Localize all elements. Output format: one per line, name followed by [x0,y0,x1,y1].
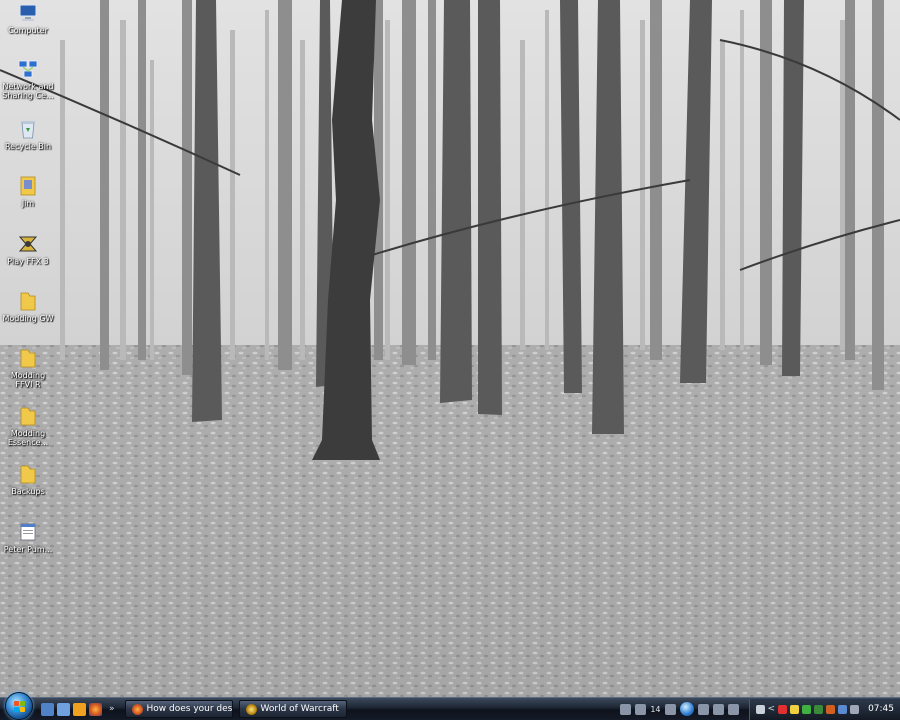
forest-wallpaper [0,0,900,697]
task-label: How does your desk... [146,704,233,714]
media-time: 14 [650,704,661,714]
desktop-icon-label: Backups [11,487,45,496]
next-track-icon[interactable] [697,703,709,715]
quick-launch-overflow-chevron-icon[interactable]: » [109,704,115,714]
folder-icon [17,347,39,369]
clock[interactable]: 07:45 [868,704,894,714]
media-player-toolbar: 14 [616,700,742,718]
taskbar-button-firefox[interactable]: How does your desk... [124,700,233,718]
folder-icon [17,290,39,312]
volume-icon[interactable] [712,703,724,715]
tray-app-icon[interactable] [826,704,836,714]
network-icon [17,58,39,80]
tray-app-icon[interactable] [778,704,788,714]
folder-icon [17,405,39,427]
wow-icon [245,703,257,715]
desktop-icon-backups[interactable]: Backups [2,463,54,496]
desktop-icon-label: Modding FFVI R [10,371,46,389]
switch-windows-icon[interactable] [57,702,70,716]
desktop-icon-play-ffx3[interactable]: Play FFX 3 [2,233,54,266]
desktop-icon-label: Peter Pum... [3,545,53,554]
task-label: World of Warcraft [260,704,339,714]
user-folder-icon [17,175,39,197]
ffx-icon [17,233,39,255]
media-window-icon[interactable] [620,703,632,715]
desktop-icon-modding-essence[interactable]: Modding Essence... [2,405,54,447]
desktop-icon-label: Modding Essence... [7,429,49,447]
windows-flag-icon [14,701,25,712]
computer-icon [17,2,39,24]
quick-launch-toolbar: » [41,702,115,716]
desktop-icon-label: Jim [21,199,35,208]
taskbar: » How does your desk... World of Warcraf… [0,692,900,720]
previous-track-icon[interactable] [664,703,676,715]
windows-start-orb-icon[interactable] [5,692,33,720]
tray-app-icon[interactable] [802,704,812,714]
speaker-icon[interactable] [850,704,860,714]
show-desktop-icon[interactable] [41,702,54,716]
taskbar-button-world-of-warcraft[interactable]: World of Warcraft [238,700,347,718]
recycle-bin-icon [17,118,39,140]
desktop-icon-recycle-bin[interactable]: Recycle Bin [2,118,54,151]
tray-expand-chevron-icon[interactable]: < [768,704,776,714]
desktop-icon-peter-pum[interactable]: Peter Pum... [2,521,54,554]
desktop-icon-label: Play FFX 3 [7,257,49,266]
desktop-icon-label: Computer [8,26,48,35]
desktop-icon-jim[interactable]: Jim [2,175,54,208]
firefox-icon [131,703,143,715]
desktop-icon-modding-ffvi[interactable]: Modding FFVI R [2,347,54,389]
media-options-icon[interactable] [727,703,739,715]
tray-app-icon[interactable] [755,704,765,714]
firefox-icon[interactable] [89,702,102,716]
stop-icon[interactable] [635,703,647,715]
tray-app-icon[interactable] [814,704,824,714]
desktop-icon-label: Network and Sharing Ce... [2,82,54,100]
desktop-icon-label: Modding GW [2,314,54,323]
network-status-icon[interactable] [838,704,848,714]
desktop-icon-modding-gw[interactable]: Modding GW [2,290,54,323]
tray-app-icon[interactable] [790,704,800,714]
desktop-icon-network[interactable]: Network and Sharing Ce... [2,58,54,100]
play-icon[interactable] [679,702,694,716]
desktop[interactable]: Computer Network and Sharing Ce... Recyc… [0,0,900,697]
folder-icon [17,463,39,485]
desktop-icon-computer[interactable]: Computer [2,2,54,35]
desktop-icon-label: Recycle Bin [4,142,52,151]
media-player-icon[interactable] [73,702,86,716]
notification-area: < 07:45 [748,698,900,720]
document-icon [17,521,39,543]
